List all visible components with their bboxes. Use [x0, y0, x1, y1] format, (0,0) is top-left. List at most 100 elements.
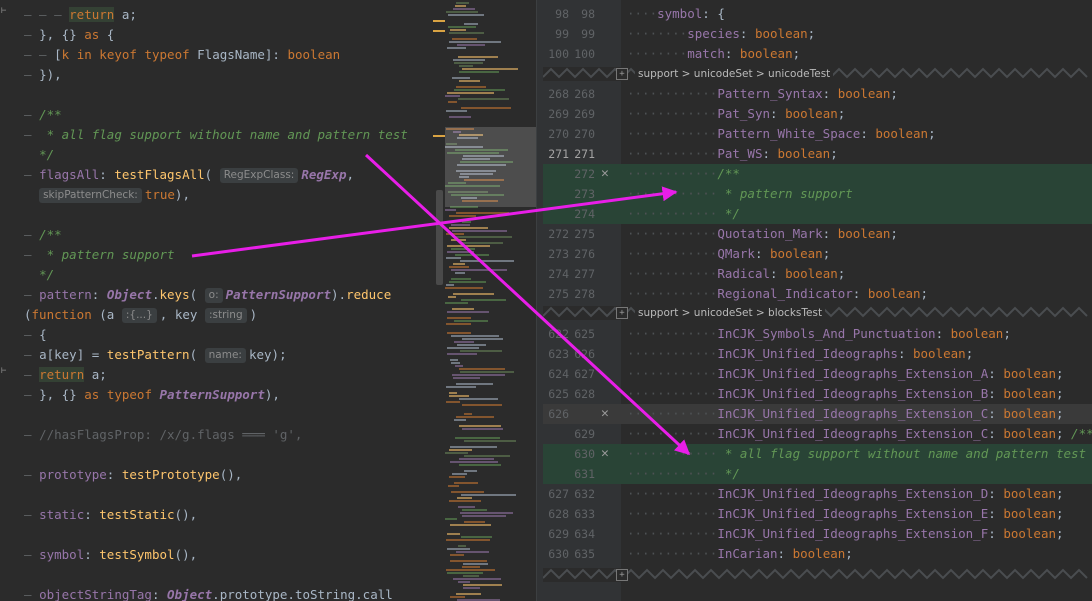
inlay-hint: skipPatternCheck:	[39, 188, 142, 203]
diff-code: ············InCJK_Unified_Ideographs_Ext…	[627, 484, 1064, 504]
code-line[interactable]: — — [k in keyof typeof FlagsName]: boole…	[24, 45, 340, 65]
minimap-viewport[interactable]	[445, 127, 536, 207]
minimap-line	[447, 92, 494, 94]
diff-code: ············Pattern_White_Space: boolean…	[627, 124, 936, 144]
left-line-number: 275	[548, 287, 569, 301]
code-line[interactable]: — * pattern support	[24, 245, 175, 265]
diff-line[interactable]: 100 100 ········match: boolean;	[543, 44, 1092, 64]
minimap-line	[463, 587, 480, 589]
minimap-line	[460, 512, 513, 514]
code-line[interactable]: */	[24, 145, 54, 165]
diff-line[interactable]: 270 270 ············Pattern_White_Space: b…	[543, 124, 1092, 144]
plus-icon[interactable]: +	[616, 68, 628, 80]
minimap-line	[450, 560, 487, 562]
diff-added-line[interactable]: 274 ············ */	[543, 204, 1092, 224]
diff-line[interactable]: 629 634 ············InCJK_Unified_Ideograp…	[543, 524, 1092, 544]
code-line[interactable]: (function (a :{...}, key :string)	[24, 305, 257, 325]
diff-line[interactable]: 275 278 ············Regional_Indicator: bo…	[543, 284, 1092, 304]
minimap-line	[452, 77, 470, 79]
diff-line[interactable]: 273 276 ············QMark: boolean;	[543, 244, 1092, 264]
code-token: a;	[84, 367, 107, 382]
left-line-number: 99	[555, 27, 569, 41]
code-line[interactable]: — * all flag support without name and pa…	[24, 125, 408, 145]
plus-icon[interactable]: +	[616, 569, 628, 581]
diff-added-line[interactable]: 272 ✕ ············/**	[543, 164, 1092, 184]
minimap[interactable]	[433, 0, 536, 601]
diff-code: ············InCJK_Unified_Ideographs_Ext…	[627, 384, 1064, 404]
diff-line[interactable]: 629 ············InCJK_Unified_Ideographs_…	[543, 424, 1092, 444]
diff-line[interactable]: 274 277 ············Radical: boolean;	[543, 264, 1092, 284]
code-line[interactable]: — objectStringTag: Object.prototype.toSt…	[24, 585, 393, 601]
code-line[interactable]: — return a;	[24, 365, 107, 385]
code-line[interactable]: — — — return a;	[24, 5, 137, 25]
diff-line[interactable]: 624 627 ············InCJK_Unified_Ideograp…	[543, 364, 1092, 384]
diff-line[interactable]: 630 635 ············InCarian: boolean;	[543, 544, 1092, 564]
code-line[interactable]: skipPatternCheck: true),	[24, 185, 190, 205]
whitespace-dots: ············	[627, 546, 718, 561]
left-editor[interactable]: ⊢ ⊢ — — — return a; — }, {} as {— — [k in…	[0, 0, 433, 601]
code-token: boolean	[785, 106, 838, 121]
diff-line[interactable]: 622 625 ············InCJK_Symbols_And_Punc…	[543, 324, 1092, 344]
close-icon[interactable]: ✕	[601, 164, 609, 184]
right-line-number: 273	[574, 187, 595, 201]
minimap-line	[462, 509, 487, 511]
code-token: ;	[928, 126, 936, 141]
code-line[interactable]: — //hasFlagsProp: /x/g.flags ═══ 'g',	[24, 425, 302, 445]
left-gutter: ⊢ ⊢	[0, 0, 20, 601]
diff-added-line[interactable]: 273 ············ * pattern support	[543, 184, 1092, 204]
diff-line[interactable]: 268 268 ············Pattern_Syntax: boolea…	[543, 84, 1092, 104]
diff-line[interactable]: 272 275 ············Quotation_Mark: boolea…	[543, 224, 1092, 244]
diff-line[interactable]: 98 98 ····symbol: {	[543, 4, 1092, 24]
code-token: Object	[167, 587, 213, 601]
code-token: :	[988, 406, 1004, 421]
code-line[interactable]: — static: testStatic(),	[24, 505, 197, 525]
diff-line[interactable]: 628 633 ············InCJK_Unified_Ideograp…	[543, 504, 1092, 524]
code-token: //hasFlagsProp: /x/g.flags ═══ 'g',	[39, 427, 303, 442]
right-line-number: 269	[574, 107, 595, 121]
code-line[interactable]: — }, {} as typeof PatternSupport),	[24, 385, 280, 405]
scrollbar-thumb[interactable]	[436, 190, 443, 285]
diff-added-line[interactable]: 630 ✕ ············ * all flag support with…	[543, 444, 1092, 464]
diff-line[interactable]: 271 271 ············Pat_WS: boolean;	[543, 144, 1092, 164]
code-token: InCJK_Unified_Ideographs_Extension_C	[717, 426, 989, 441]
close-icon[interactable]: ✕	[601, 444, 609, 464]
diff-code: ············InCJK_Symbols_And_Punctuatio…	[627, 324, 1011, 344]
diff-changed-line[interactable]: 626 ✕ ············InCJK_Unified_Ideographs…	[543, 404, 1092, 424]
code-line[interactable]: — symbol: testSymbol(),	[24, 545, 197, 565]
code-line[interactable]: — /**	[24, 225, 62, 245]
right-line-number: 271	[574, 147, 595, 161]
minimap-line	[450, 446, 497, 448]
collapsed-region[interactable]: + support > unicodeSet > unicodeTest	[543, 67, 1092, 81]
code-token: Quotation_Mark	[717, 226, 823, 241]
diff-line[interactable]: 627 632 ············InCJK_Unified_Ideograp…	[543, 484, 1092, 504]
close-icon[interactable]: ✕	[601, 404, 609, 424]
code-line[interactable]: — prototype: testPrototype(),	[24, 465, 242, 485]
diff-line[interactable]: 625 628 ············InCJK_Unified_Ideograp…	[543, 384, 1092, 404]
right-line-number: 634	[574, 527, 595, 541]
code-token: :	[988, 486, 1004, 501]
code-line[interactable]: — a[key] = testPattern( name: key);	[24, 345, 287, 365]
minimap-line	[463, 575, 479, 577]
minimap-line	[449, 500, 481, 502]
code-token: :	[84, 507, 100, 522]
diff-line[interactable]: 269 269 ············Pat_Syn: boolean;	[543, 104, 1092, 124]
code-line[interactable]: — pattern: Object.keys( o: PatternSupport…	[24, 285, 391, 305]
code-line[interactable]: — flagsAll: testFlagsAll( RegExpClass: Re…	[24, 165, 354, 185]
code-line[interactable]: — {	[24, 325, 47, 345]
code-line[interactable]: — /**	[24, 105, 62, 125]
code-line[interactable]: — }, {} as {	[24, 25, 114, 45]
right-line-number: 633	[574, 507, 595, 521]
collapsed-region[interactable]: +	[543, 568, 1092, 582]
minimap-line	[462, 428, 503, 430]
diff-view[interactable]: 98 98 ····symbol: {99 99 ········species: bo…	[543, 0, 1092, 601]
diff-added-line[interactable]: 631 ············ */	[543, 464, 1092, 484]
diff-line[interactable]: 99 99 ········species: boolean;	[543, 24, 1092, 44]
code-token: InCJK_Unified_Ideographs_Extension_E	[717, 506, 989, 521]
diff-line[interactable]: 623 626 ············InCJK_Unified_Ideograp…	[543, 344, 1092, 364]
collapsed-region[interactable]: + support > unicodeSet > blocksTest	[543, 306, 1092, 320]
code-line[interactable]: */	[24, 265, 54, 285]
plus-icon[interactable]: +	[616, 307, 628, 319]
code-line[interactable]: — }),	[24, 65, 62, 85]
code-token: testPrototype	[121, 467, 220, 482]
